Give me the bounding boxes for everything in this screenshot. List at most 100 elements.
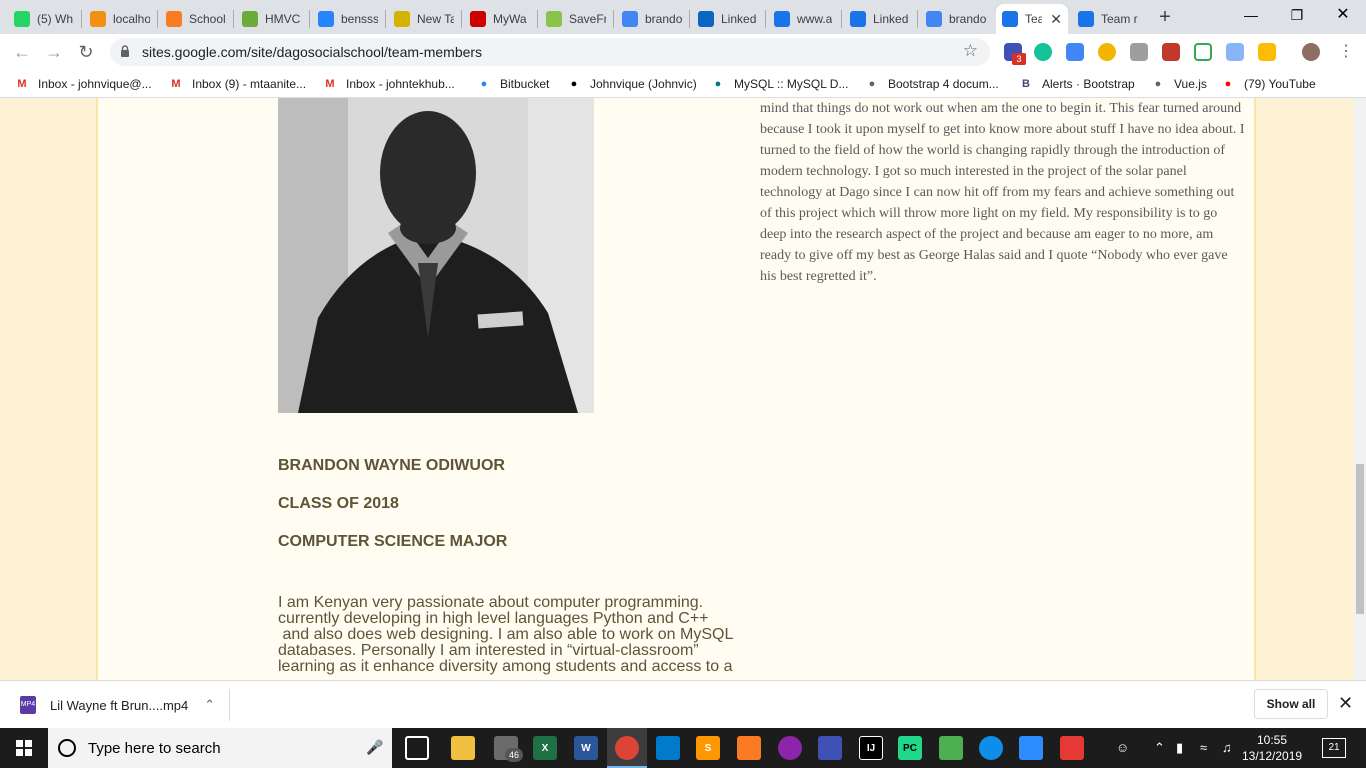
chrome-icon[interactable] [615,736,639,760]
back-button[interactable]: ← [10,40,34,64]
scrollbar-thumb[interactable] [1356,464,1364,614]
microphone-icon[interactable]: 🎤 [366,739,383,756]
forward-button[interactable]: → [42,40,66,64]
pdf-extension-icon[interactable] [1162,43,1180,61]
cortana-icon [58,739,76,757]
browser-tab[interactable]: Linked [692,4,764,34]
windows-start-icon[interactable] [0,728,48,768]
extension-doc-icon[interactable] [1226,43,1244,61]
browser-tab[interactable]: Linked [844,4,916,34]
browser-tab[interactable]: localho [84,4,156,34]
page-viewport: mind that things do not work out when am… [0,98,1354,680]
wifi-icon[interactable]: ≈ [1200,740,1207,755]
close-tab-icon[interactable]: ✕ [1050,11,1062,28]
close-shelf-icon[interactable]: ✕ [1338,693,1353,714]
address-bar[interactable]: sites.google.com/site/dagosocialschool/t… [110,38,990,66]
system-clock[interactable]: 10:55 13/12/2019 [1242,732,1302,764]
browser-tab[interactable]: brando [616,4,688,34]
bookmark-item[interactable]: M Inbox (9) - mtaanite... [168,75,306,93]
chevron-up-icon[interactable]: ⌃ [204,697,215,713]
phpmyadmin-icon [90,11,106,27]
tab-separator [385,10,386,28]
show-all-button[interactable]: Show all [1254,689,1328,719]
pycharm-icon[interactable]: PC [898,736,922,760]
extension-blue-icon[interactable] [1066,43,1084,61]
bookmark-item[interactable]: ● Bitbucket [476,75,550,93]
browser-tab[interactable]: SaveFr [540,4,612,34]
tab-title: Team r [1101,12,1138,26]
bookmark-item[interactable]: M Inbox - johntekhub... [322,75,454,93]
download-item[interactable]: MP4 Lil Wayne ft Brun....mp4 ⌃ [12,689,230,721]
bookmark-label: Bootstrap 4 docum... [888,77,999,91]
google-icon [622,11,638,27]
task-view-icon[interactable] [405,736,429,760]
colorful-app-icon[interactable] [778,736,802,760]
extension-image-icon[interactable] [1258,43,1276,61]
member-major: COMPUTER SCIENCE MAJOR [278,533,508,550]
bookmark-star-icon[interactable]: ☆ [963,41,978,61]
cube-app-icon[interactable] [939,736,963,760]
clock-date: 13/12/2019 [1242,749,1303,763]
bookmark-item[interactable]: ● MySQL :: MySQL D... [710,75,849,93]
profile-avatar[interactable] [1302,43,1320,61]
tab-title: School [189,12,226,26]
tab-title: New Ta [417,12,454,26]
file-explorer-icon[interactable] [451,736,475,760]
extension-plus-icon[interactable] [1194,43,1212,61]
battery-icon[interactable]: ▮ [1176,740,1183,756]
browser-tab[interactable]: Tea ✕ [996,4,1068,34]
tab-separator [461,10,462,28]
browser-tab[interactable]: HMVC [236,4,308,34]
bookmark-item[interactable]: M Inbox - johnvique@... [14,75,151,93]
excel-icon[interactable]: X [533,736,557,760]
vscode-icon[interactable] [656,736,680,760]
tab-separator [233,10,234,28]
reload-button[interactable]: ↻ [74,40,98,64]
browser-tab[interactable]: www.a [768,4,840,34]
sublime-icon[interactable]: S [696,736,720,760]
intellij-icon[interactable]: IJ [859,736,883,760]
notifications-icon[interactable]: 21 [1322,738,1346,758]
zoom-icon[interactable] [1019,736,1043,760]
tray-chevron-icon[interactable]: ⌃ [1154,740,1165,756]
bookmark-item[interactable]: ● Johnvique (Johnvic) [566,75,697,93]
bookmarks-bar: M Inbox - johnvique@... M Inbox (9) - mtaan… [0,70,1366,98]
tab-separator [157,10,158,28]
extension-yellow-icon[interactable] [1098,43,1116,61]
dev-tool-icon[interactable] [818,736,842,760]
bookmark-item[interactable]: B Alerts · Bootstrap [1018,75,1135,93]
grammarly-icon[interactable] [1034,43,1052,61]
browser-tab[interactable]: New Ta [388,4,460,34]
tab-title: Linked [873,12,909,26]
browser-tab[interactable]: Team r [1072,4,1144,34]
anydesk-icon[interactable] [1060,736,1084,760]
browser-tab[interactable]: bensss [312,4,384,34]
bookmark-label: Johnvique (Johnvic) [590,77,697,91]
bookmark-label: Alerts · Bootstrap [1042,77,1135,91]
member-name: BRANDON WAYNE ODIWUOR [278,457,505,474]
extension-grid-icon[interactable] [1130,43,1148,61]
loading-icon [850,11,866,27]
browser-tab[interactable]: brando [920,4,992,34]
browser-tab[interactable]: (5) Wh [8,4,80,34]
teamviewer-icon[interactable] [979,736,1003,760]
browser-tab[interactable]: School [160,4,232,34]
people-icon[interactable]: ☺ [1116,740,1129,755]
tab-title: HMVC [265,12,301,26]
bookmark-item[interactable]: ● Vue.js [1150,75,1207,93]
menu-icon[interactable]: ⋮ [1334,40,1358,64]
bookmark-item[interactable]: ● Bootstrap 4 docum... [864,75,999,93]
page-scrollbar[interactable] [1354,98,1366,680]
maximize-button[interactable]: ❐ [1274,0,1320,32]
browser-tab[interactable]: MyWa [464,4,536,34]
minimize-button[interactable]: — [1228,0,1274,32]
xampp-icon[interactable] [737,736,761,760]
tab-separator [765,10,766,28]
new-tab-button[interactable]: + [1152,6,1178,30]
word-icon[interactable]: W [574,736,598,760]
taskbar-search[interactable]: Type here to search 🎤 [48,728,392,768]
close-window-button[interactable]: ✕ [1320,0,1366,32]
bookmark-item[interactable]: ● (79) YouTube [1220,75,1316,93]
volume-icon[interactable]: ♫ [1222,740,1232,755]
gmail-icon: M [171,78,181,90]
